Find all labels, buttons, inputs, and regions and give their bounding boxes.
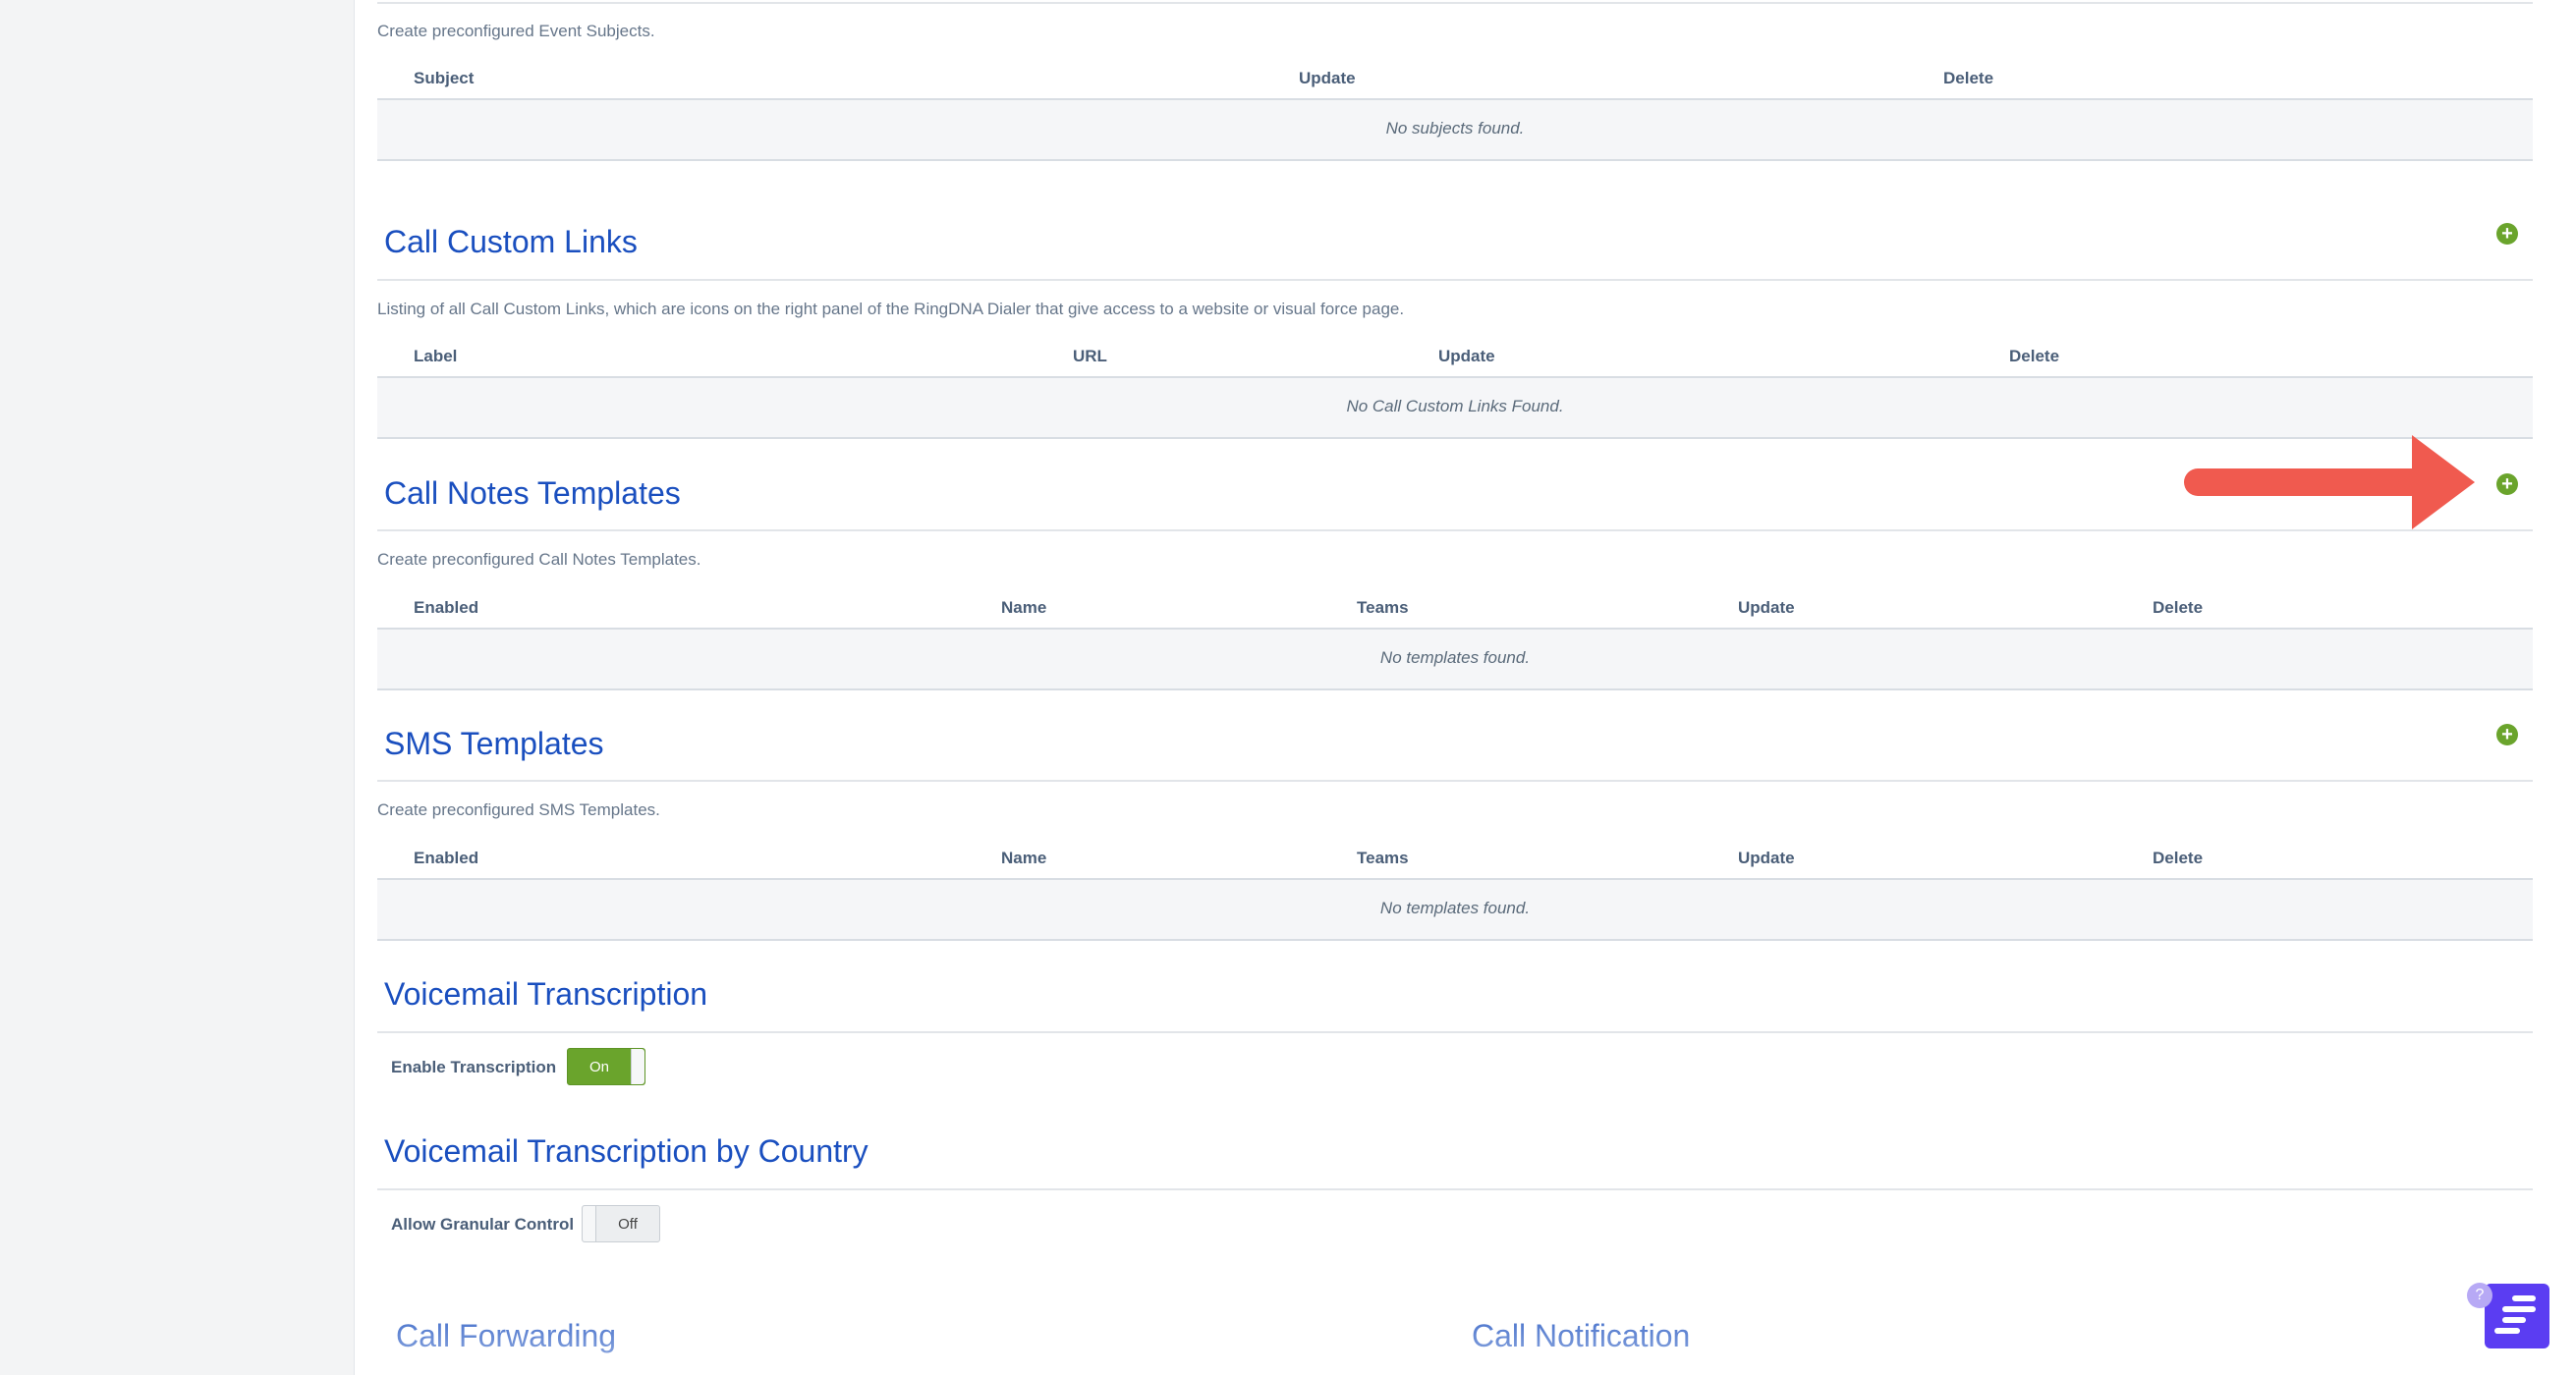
section-title-call-notification: Call Notification <box>1472 1318 1691 1353</box>
column-header-delete: Delete <box>1943 69 1994 87</box>
sms-templates-table-body: No templates found. <box>377 878 2533 941</box>
help-widget-bar <box>2502 1306 2536 1312</box>
bottom-fade <box>355 1287 2576 1375</box>
column-header-subject: Subject <box>414 69 475 87</box>
column-header-update: Update <box>1738 849 1795 867</box>
section-title-sms-templates: SMS Templates <box>384 726 604 761</box>
column-header-name: Name <box>1001 598 1047 617</box>
empty-state-text: No Call Custom Links Found. <box>1346 397 1564 415</box>
red-arrow-icon <box>2184 435 2475 529</box>
column-header-teams: Teams <box>1357 849 1409 867</box>
call-custom-links-table-body: No Call Custom Links Found. <box>377 376 2533 439</box>
column-header-update: Update <box>1438 347 1495 365</box>
call-notes-templates-table-body: No templates found. <box>377 628 2533 690</box>
section-divider <box>377 529 2533 531</box>
plus-circle-icon: + <box>2501 223 2513 245</box>
divider <box>377 2 2533 4</box>
section-divider <box>377 279 2533 281</box>
enable-transcription-label: Enable Transcription <box>391 1058 557 1076</box>
event-subjects-table-body: No subjects found. <box>377 98 2533 161</box>
help-chat-icon[interactable] <box>2485 1284 2549 1348</box>
plus-circle-icon: + <box>2501 724 2513 745</box>
plus-circle-icon: + <box>2501 473 2513 495</box>
column-header-delete: Delete <box>2153 849 2204 867</box>
column-header-enabled: Enabled <box>414 849 479 867</box>
column-header-delete: Delete <box>2009 347 2060 365</box>
column-header-enabled: Enabled <box>414 598 479 617</box>
column-header-delete: Delete <box>2153 598 2204 617</box>
column-header-label: Label <box>414 347 458 365</box>
section-divider <box>377 1188 2533 1190</box>
help-widget-bar <box>2502 1317 2526 1323</box>
add-call-notes-template-button[interactable]: + <box>2496 473 2518 495</box>
section-title-call-custom-links: Call Custom Links <box>384 224 638 259</box>
event-subjects-description: Create preconfigured Event Subjects. <box>377 22 655 40</box>
column-header-name: Name <box>1001 849 1047 867</box>
help-widget-bar <box>2494 1328 2520 1334</box>
section-divider <box>377 780 2533 782</box>
empty-state-text: No subjects found. <box>1385 119 1525 138</box>
allow-granular-control-label: Allow Granular Control <box>391 1215 575 1234</box>
section-title-voicemail-transcription: Voicemail Transcription <box>384 976 708 1012</box>
sms-templates-description: Create preconfigured SMS Templates. <box>377 800 660 819</box>
section-title-voicemail-transcription-by-country: Voicemail Transcription by Country <box>384 1133 868 1169</box>
add-call-custom-link-button[interactable]: + <box>2496 223 2518 245</box>
section-title-call-notes-templates: Call Notes Templates <box>384 475 681 511</box>
enable-transcription-toggle[interactable]: On <box>567 1048 645 1085</box>
help-widget-bar <box>2512 1295 2536 1301</box>
toggle-knob <box>631 1049 644 1084</box>
section-divider <box>377 1031 2533 1033</box>
add-sms-template-button[interactable]: + <box>2496 724 2518 745</box>
empty-state-text: No templates found. <box>1379 899 1531 917</box>
column-header-teams: Teams <box>1357 598 1409 617</box>
toggle-state-label: On <box>588 1059 609 1075</box>
section-title-call-forwarding: Call Forwarding <box>396 1318 617 1353</box>
call-notes-templates-description: Create preconfigured Call Notes Template… <box>377 550 701 569</box>
column-header-update: Update <box>1738 598 1795 617</box>
empty-state-text: No templates found. <box>1379 648 1531 667</box>
toggle-knob <box>583 1206 596 1241</box>
call-custom-links-description: Listing of all Call Custom Links, which … <box>377 300 1405 318</box>
allow-granular-control-toggle[interactable]: Off <box>582 1205 660 1242</box>
toggle-state-label: Off <box>618 1216 638 1233</box>
column-header-url: URL <box>1073 347 1107 365</box>
column-header-update: Update <box>1299 69 1356 87</box>
settings-page: Create preconfigured Event Subjects. Sub… <box>354 0 2576 1375</box>
help-question-icon[interactable]: ? <box>2467 1283 2492 1308</box>
